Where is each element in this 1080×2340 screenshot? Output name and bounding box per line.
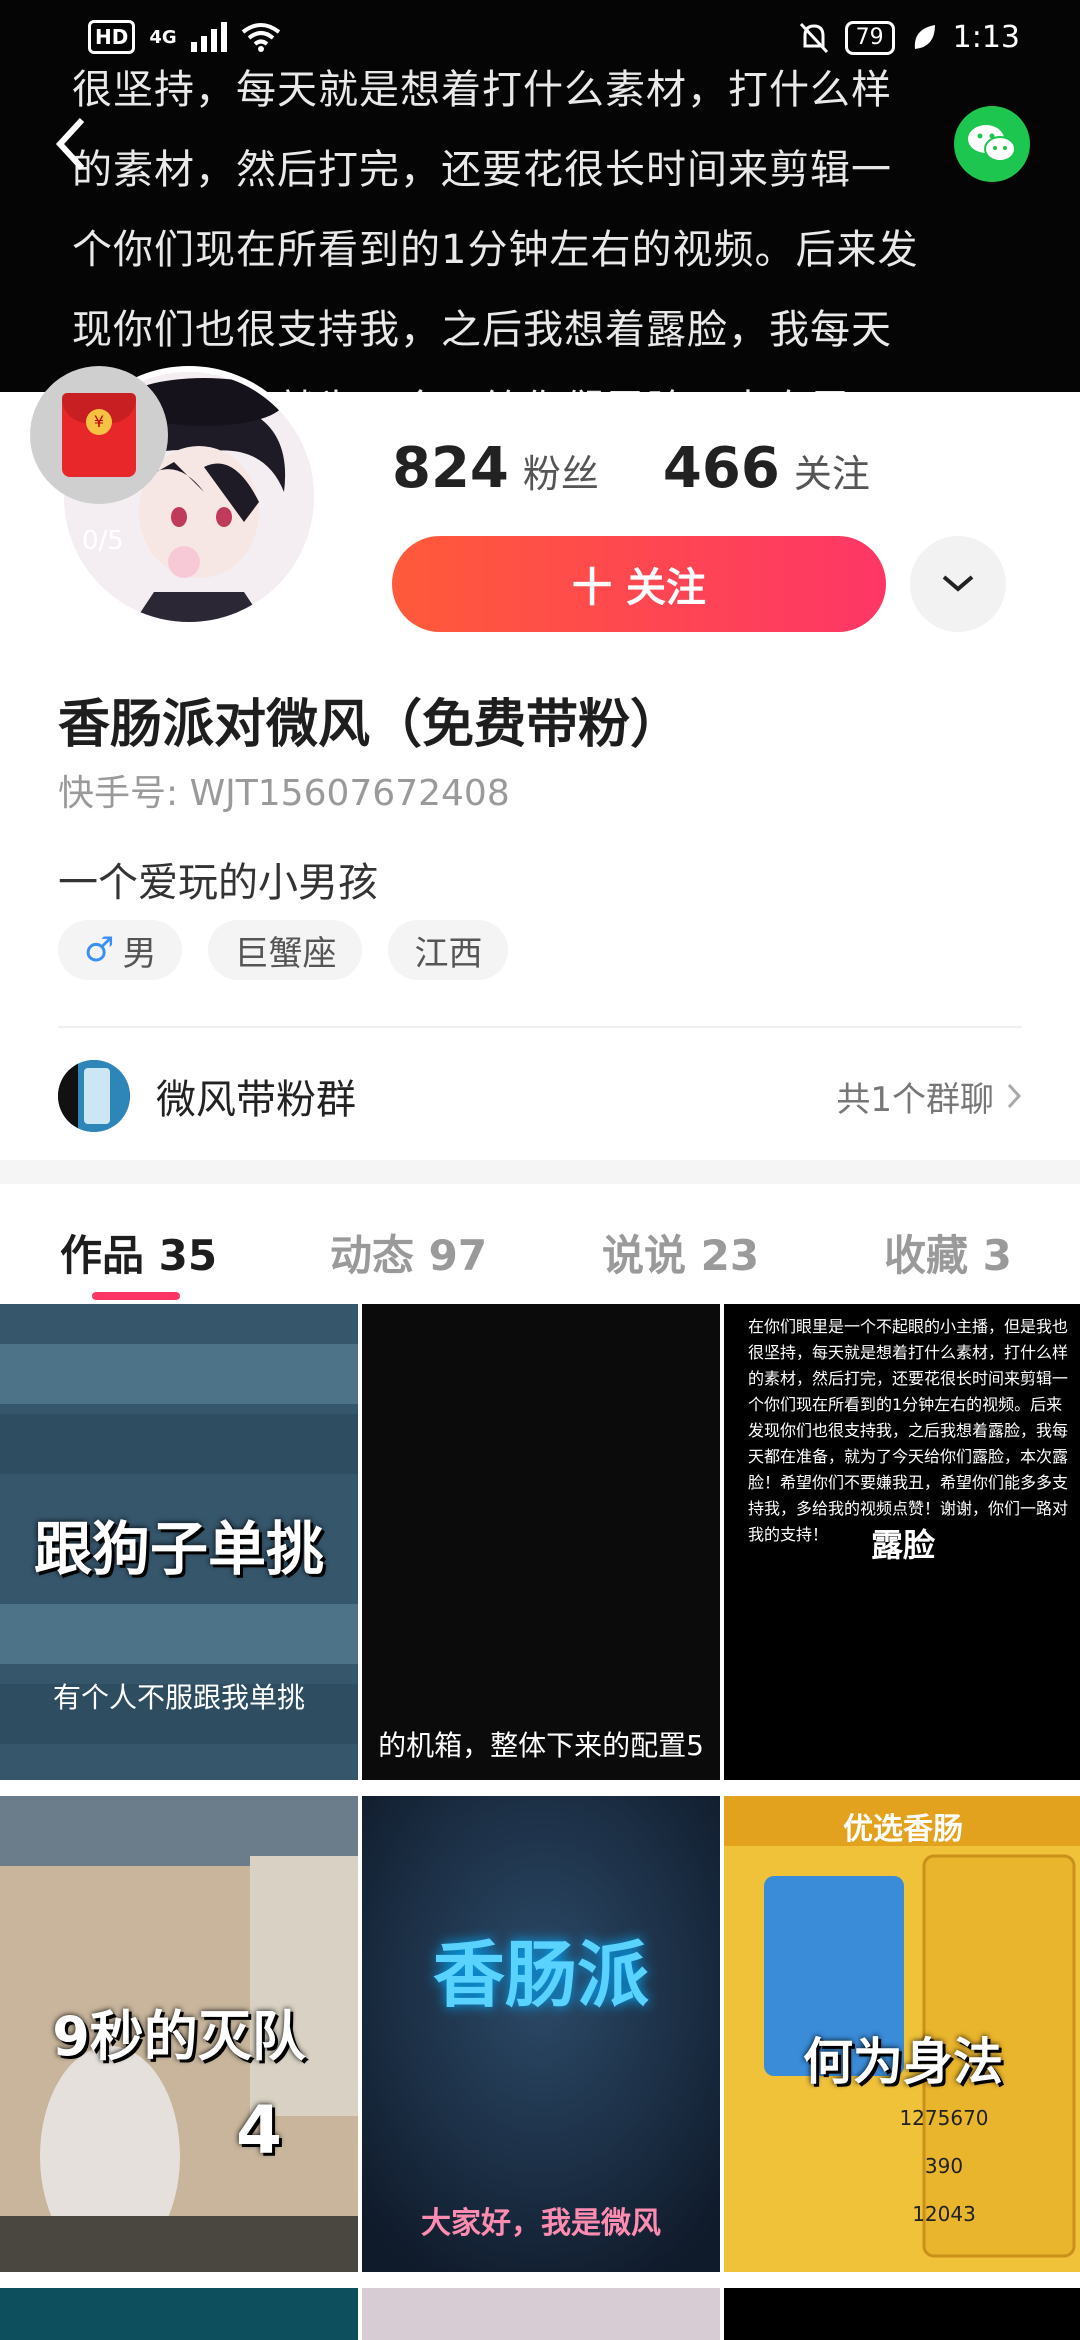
section-separator	[0, 1160, 1080, 1184]
video-title: 何为身法	[803, 2033, 1003, 2091]
video-thumbnail[interactable]: 优选香肠 何为身法 1275670 390 12043	[724, 1796, 1080, 2272]
stat-value: 1275670	[899, 2106, 989, 2130]
banner-caption: 很坚持，每天就是想着打什么素材，打什么样 的素材，然后打完，还要花很长时间来剪辑…	[72, 50, 1032, 392]
status-bar: HD 4G 79 1:13	[0, 0, 1080, 80]
kwai-id[interactable]: 快手号: WJT15607672408	[58, 764, 510, 816]
profile-banner: 很坚持，每天就是想着打什么素材，打什么样 的素材，然后打完，还要花很长时间来剪辑…	[0, 0, 1080, 392]
video-thumbnail[interactable]	[0, 2288, 358, 2340]
group-name: 微风带粉群	[156, 1077, 356, 1123]
group-count-label: 共1个群聊	[836, 1079, 994, 1120]
video-subtitle: 的机箱，整体下来的配置5	[378, 1729, 704, 1762]
back-button[interactable]	[52, 112, 92, 176]
location-label: 江西	[414, 933, 483, 974]
tab-favorites[interactable]: 收藏 3	[884, 1222, 1012, 1283]
hd-indicator: HD	[88, 20, 136, 54]
kill-count-badge: 4	[236, 2092, 282, 2169]
group-chat-row[interactable]: 微风带粉群 共1个群聊	[58, 1056, 1022, 1136]
chevron-left-icon	[55, 117, 85, 171]
banner-line: 的素材，然后打完，还要花很长时间来剪辑一	[72, 147, 892, 193]
chevron-right-icon	[1007, 1083, 1022, 1109]
wechat-icon	[968, 125, 1016, 162]
divider	[58, 1026, 1022, 1028]
group-avatar	[58, 1060, 130, 1132]
fans-count[interactable]: 824	[392, 436, 509, 501]
battery-indicator: 79	[844, 20, 895, 55]
wechat-share-button[interactable]	[954, 106, 1030, 182]
video-thumbnail[interactable]: 的机箱，整体下来的配置5	[362, 1304, 720, 1780]
following-label[interactable]: 关注	[794, 443, 870, 498]
video-grid: 跟狗子单挑 有个人不服跟我单挑 的机箱，整体下来的配置5 在你们眼里是一个不起眼…	[0, 1304, 1080, 2340]
video-title: 香肠派	[432, 1933, 649, 2017]
video-title: 露脸	[870, 1526, 935, 1564]
video-thumbnail[interactable]	[724, 2288, 1080, 2340]
profile-stats: 824 粉丝 466 关注	[392, 436, 934, 501]
zodiac-label: 巨蟹座	[234, 933, 337, 974]
banner-line: 现你们也很支持我，之后我想着露脸，我每天	[72, 307, 892, 353]
video-thumbnail[interactable]: 跟狗子单挑 有个人不服跟我单挑	[0, 1304, 358, 1780]
tab-works[interactable]: 作品 35	[60, 1222, 217, 1283]
wifi-icon	[241, 23, 280, 52]
follow-button[interactable]: 十 关注	[392, 536, 886, 632]
stat-value: 12043	[912, 2202, 976, 2226]
signal-icon	[190, 22, 227, 52]
video-caption: 在你们眼里是一个不起眼的小主播，但是我也很坚持，每天就是想着打什么素材，打什么样…	[748, 1317, 1069, 1544]
tab-indicator	[92, 1292, 180, 1300]
red-packet-counter: 0/5	[82, 526, 124, 556]
zodiac-tag: 巨蟹座	[208, 920, 363, 980]
group-avatar-image	[58, 1060, 130, 1132]
chevron-down-icon	[942, 575, 974, 592]
thumbnail-header: 优选香肠	[843, 1812, 963, 1847]
video-thumbnail[interactable]: 9秒的灭队 4	[0, 1796, 358, 2272]
fans-label[interactable]: 粉丝	[523, 443, 599, 498]
nickname: 香肠派对微风（免费带粉）	[58, 695, 683, 755]
clock: 1:13	[952, 20, 1020, 55]
video-subtitle: 有个人不服跟我单挑	[52, 1681, 305, 1714]
following-count[interactable]: 466	[663, 436, 780, 501]
tab-posts[interactable]: 说说 23	[602, 1222, 759, 1283]
gender-tag: ♂ 男	[58, 920, 183, 980]
red-envelope-icon: ¥	[62, 393, 136, 477]
video-title: 9秒的灭队	[52, 2005, 306, 2068]
location-tag: 江西	[388, 920, 509, 980]
profile-tags: ♂ 男 巨蟹座 江西	[58, 920, 509, 980]
group-count: 共1个群聊	[836, 1072, 1022, 1121]
video-thumbnail[interactable]: 香肠派 大家好，我是微风	[362, 1796, 720, 2272]
red-packet-button[interactable]: ¥	[30, 366, 168, 504]
tab-moments[interactable]: 动态 97	[330, 1222, 487, 1283]
video-title: 跟狗子单挑	[33, 1515, 324, 1583]
coin-icon: ¥	[86, 409, 112, 435]
video-subtitle: 大家好，我是微风	[421, 2206, 661, 2241]
stat-value: 390	[924, 2154, 964, 2178]
video-thumbnail[interactable]: 在你们眼里是一个不起眼的小主播，但是我也很坚持，每天就是想着打什么素材，打什么样…	[724, 1304, 1080, 1780]
network-indicator: 4G	[149, 26, 177, 48]
male-icon: ♂	[84, 930, 115, 970]
banner-line: 个你们现在所看到的1分钟左右的视频。后来发	[72, 227, 919, 273]
content-tabs: 作品 35 动态 97 说说 23 收藏 3	[0, 1184, 1080, 1304]
more-options-button[interactable]	[910, 536, 1006, 632]
video-thumbnail[interactable]	[362, 2288, 720, 2340]
leaf-icon	[914, 24, 935, 49]
mute-bell-icon	[799, 22, 828, 53]
gender-label: 男	[122, 933, 157, 974]
bio: 一个爱玩的小男孩	[58, 860, 378, 906]
